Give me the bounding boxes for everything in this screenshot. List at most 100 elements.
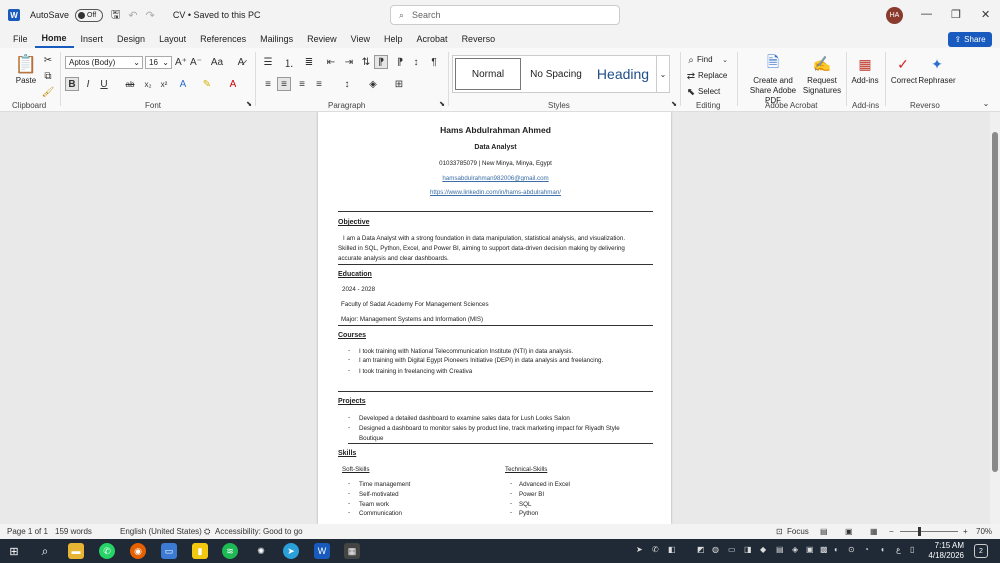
- styles-dialog-launcher-icon[interactable]: ⬊: [670, 100, 678, 108]
- chevron-down-icon[interactable]: ⌄: [721, 54, 729, 66]
- minimize-icon[interactable]: —: [921, 8, 932, 20]
- decrease-indent-icon[interactable]: ⇤: [325, 56, 337, 68]
- search-box[interactable]: ⌕ Search: [390, 5, 620, 25]
- addins-icon[interactable]: ▦: [856, 54, 874, 74]
- close-icon[interactable]: ✕: [981, 8, 990, 21]
- numbering-icon[interactable]: ⒈: [282, 56, 296, 70]
- clear-formatting-icon[interactable]: A̷: [235, 56, 247, 68]
- whatsapp-icon[interactable]: ✆: [99, 543, 115, 559]
- select-icon[interactable]: ⬉: [686, 86, 696, 98]
- request-signatures-button[interactable]: Request Signatures: [800, 76, 844, 96]
- collapse-ribbon-icon[interactable]: ⌄: [981, 98, 991, 108]
- wifi-icon[interactable]: ◔: [864, 545, 869, 554]
- paste-icon[interactable]: 📋: [14, 53, 38, 75]
- cv-email-link[interactable]: hamsabdulrahman982006@gmail.com: [338, 174, 653, 183]
- battery-icon[interactable]: ▯: [910, 545, 914, 554]
- justify-icon[interactable]: ≡: [312, 77, 326, 91]
- replace-button[interactable]: Replace: [698, 71, 727, 81]
- format-painter-icon[interactable]: 🖌: [42, 86, 55, 98]
- notifications-badge[interactable]: 2: [974, 544, 988, 558]
- tab-review[interactable]: Review: [300, 30, 344, 48]
- font-dialog-launcher-icon[interactable]: ⬊: [245, 100, 253, 108]
- tab-reverso[interactable]: Reverso: [455, 30, 503, 48]
- document-title[interactable]: CV • Saved to this PC: [173, 10, 261, 20]
- line-spacing-icon[interactable]: ↕: [340, 77, 354, 91]
- rephraser-icon[interactable]: ✦: [928, 54, 946, 74]
- style-heading[interactable]: Heading: [589, 56, 657, 92]
- document-page[interactable]: Hams Abdulrahman Ahmed Data Analyst 0103…: [318, 112, 671, 524]
- style-no-spacing[interactable]: No Spacing: [523, 56, 589, 92]
- tray-icon[interactable]: ⊙: [848, 545, 855, 554]
- app-icon[interactable]: ▭: [161, 543, 177, 559]
- strikethrough-button[interactable]: ab: [123, 77, 137, 91]
- restore-icon[interactable]: ❐: [951, 8, 961, 21]
- styles-more-icon[interactable]: ⌄: [656, 55, 670, 93]
- tray-icon[interactable]: ▭: [728, 545, 736, 554]
- borders-icon[interactable]: ⊞: [392, 77, 406, 91]
- ltr-paragraph-icon[interactable]: ⁋: [374, 55, 388, 69]
- chatgpt-icon[interactable]: ✺: [253, 543, 269, 559]
- telegram-icon[interactable]: ➤: [283, 543, 299, 559]
- volume-icon[interactable]: ◖: [880, 545, 885, 554]
- tray-icon[interactable]: ▩: [820, 545, 828, 554]
- request-signatures-icon[interactable]: ✍: [813, 54, 832, 74]
- tab-insert[interactable]: Insert: [74, 30, 111, 48]
- autosave-toggle[interactable]: Off: [75, 8, 104, 22]
- focus-button[interactable]: Focus: [787, 527, 809, 536]
- tray-icon[interactable]: ◈: [792, 545, 798, 554]
- tab-acrobat[interactable]: Acrobat: [410, 30, 455, 48]
- underline-button[interactable]: U: [98, 77, 110, 91]
- tray-icon[interactable]: ▤: [776, 545, 784, 554]
- multilevel-list-icon[interactable]: ≣: [302, 56, 316, 68]
- telegram-tray-icon[interactable]: ➤: [636, 545, 643, 554]
- tray-icon[interactable]: ◍: [712, 545, 719, 554]
- zoom-slider-thumb[interactable]: [918, 527, 921, 536]
- word-taskbar-icon[interactable]: W: [314, 543, 330, 559]
- create-pdf-icon[interactable]: 🗎: [764, 54, 782, 74]
- tab-mailings[interactable]: Mailings: [253, 30, 300, 48]
- copy-icon[interactable]: ⧉: [42, 70, 54, 82]
- align-left-icon[interactable]: ≡: [261, 77, 275, 91]
- line-spacing-2-icon[interactable]: ↕: [410, 56, 422, 68]
- page-count[interactable]: Page 1 of 1: [7, 527, 48, 536]
- zoom-slider[interactable]: [900, 527, 958, 536]
- paste-label[interactable]: Paste: [12, 76, 40, 86]
- select-button[interactable]: Select: [698, 87, 720, 97]
- tab-help[interactable]: Help: [377, 30, 410, 48]
- find-button[interactable]: Find: [697, 55, 713, 65]
- shrink-font-icon[interactable]: A⁻: [190, 56, 202, 68]
- redo-icon[interactable]: ↷: [146, 9, 155, 22]
- language-icon[interactable]: ع: [896, 545, 901, 554]
- power-bi-icon[interactable]: ▮: [192, 543, 208, 559]
- tray-icon[interactable]: ◧: [668, 545, 676, 554]
- tab-design[interactable]: Design: [110, 30, 152, 48]
- increase-indent-icon[interactable]: ⇥: [343, 56, 355, 68]
- correct-button[interactable]: Correct: [889, 76, 919, 86]
- font-color-icon[interactable]: A: [226, 77, 240, 91]
- bold-button[interactable]: B: [65, 77, 79, 91]
- subscript-button[interactable]: x₂: [142, 77, 154, 91]
- show-marks-icon[interactable]: ¶: [428, 56, 440, 68]
- cut-icon[interactable]: ✂: [42, 54, 54, 66]
- start-icon[interactable]: ⊞: [6, 543, 22, 559]
- correct-icon[interactable]: ✓: [894, 54, 912, 74]
- firefox-icon[interactable]: ◉: [130, 543, 146, 559]
- language-status[interactable]: English (United States): [120, 527, 202, 536]
- align-center-icon[interactable]: ≡: [277, 77, 291, 91]
- zoom-in-icon[interactable]: +: [963, 527, 968, 536]
- replace-icon[interactable]: ⇄: [686, 70, 696, 82]
- spotify-icon[interactable]: ≋: [222, 543, 238, 559]
- zoom-out-icon[interactable]: −: [889, 527, 894, 536]
- font-size-select[interactable]: 16 ⌄: [145, 56, 172, 69]
- zoom-level[interactable]: 70%: [976, 527, 992, 536]
- tab-layout[interactable]: Layout: [152, 30, 193, 48]
- undo-icon[interactable]: ↶: [128, 9, 137, 22]
- print-layout-icon[interactable]: ▣: [845, 527, 853, 536]
- shading-icon[interactable]: ◈: [366, 77, 380, 91]
- avatar[interactable]: HA: [886, 7, 903, 24]
- superscript-button[interactable]: x²: [158, 77, 170, 91]
- find-icon[interactable]: ⌕: [686, 54, 696, 66]
- tray-icon[interactable]: ▣: [806, 545, 814, 554]
- scrollbar-thumb[interactable]: [992, 132, 998, 472]
- tray-icon[interactable]: ◐: [834, 545, 839, 554]
